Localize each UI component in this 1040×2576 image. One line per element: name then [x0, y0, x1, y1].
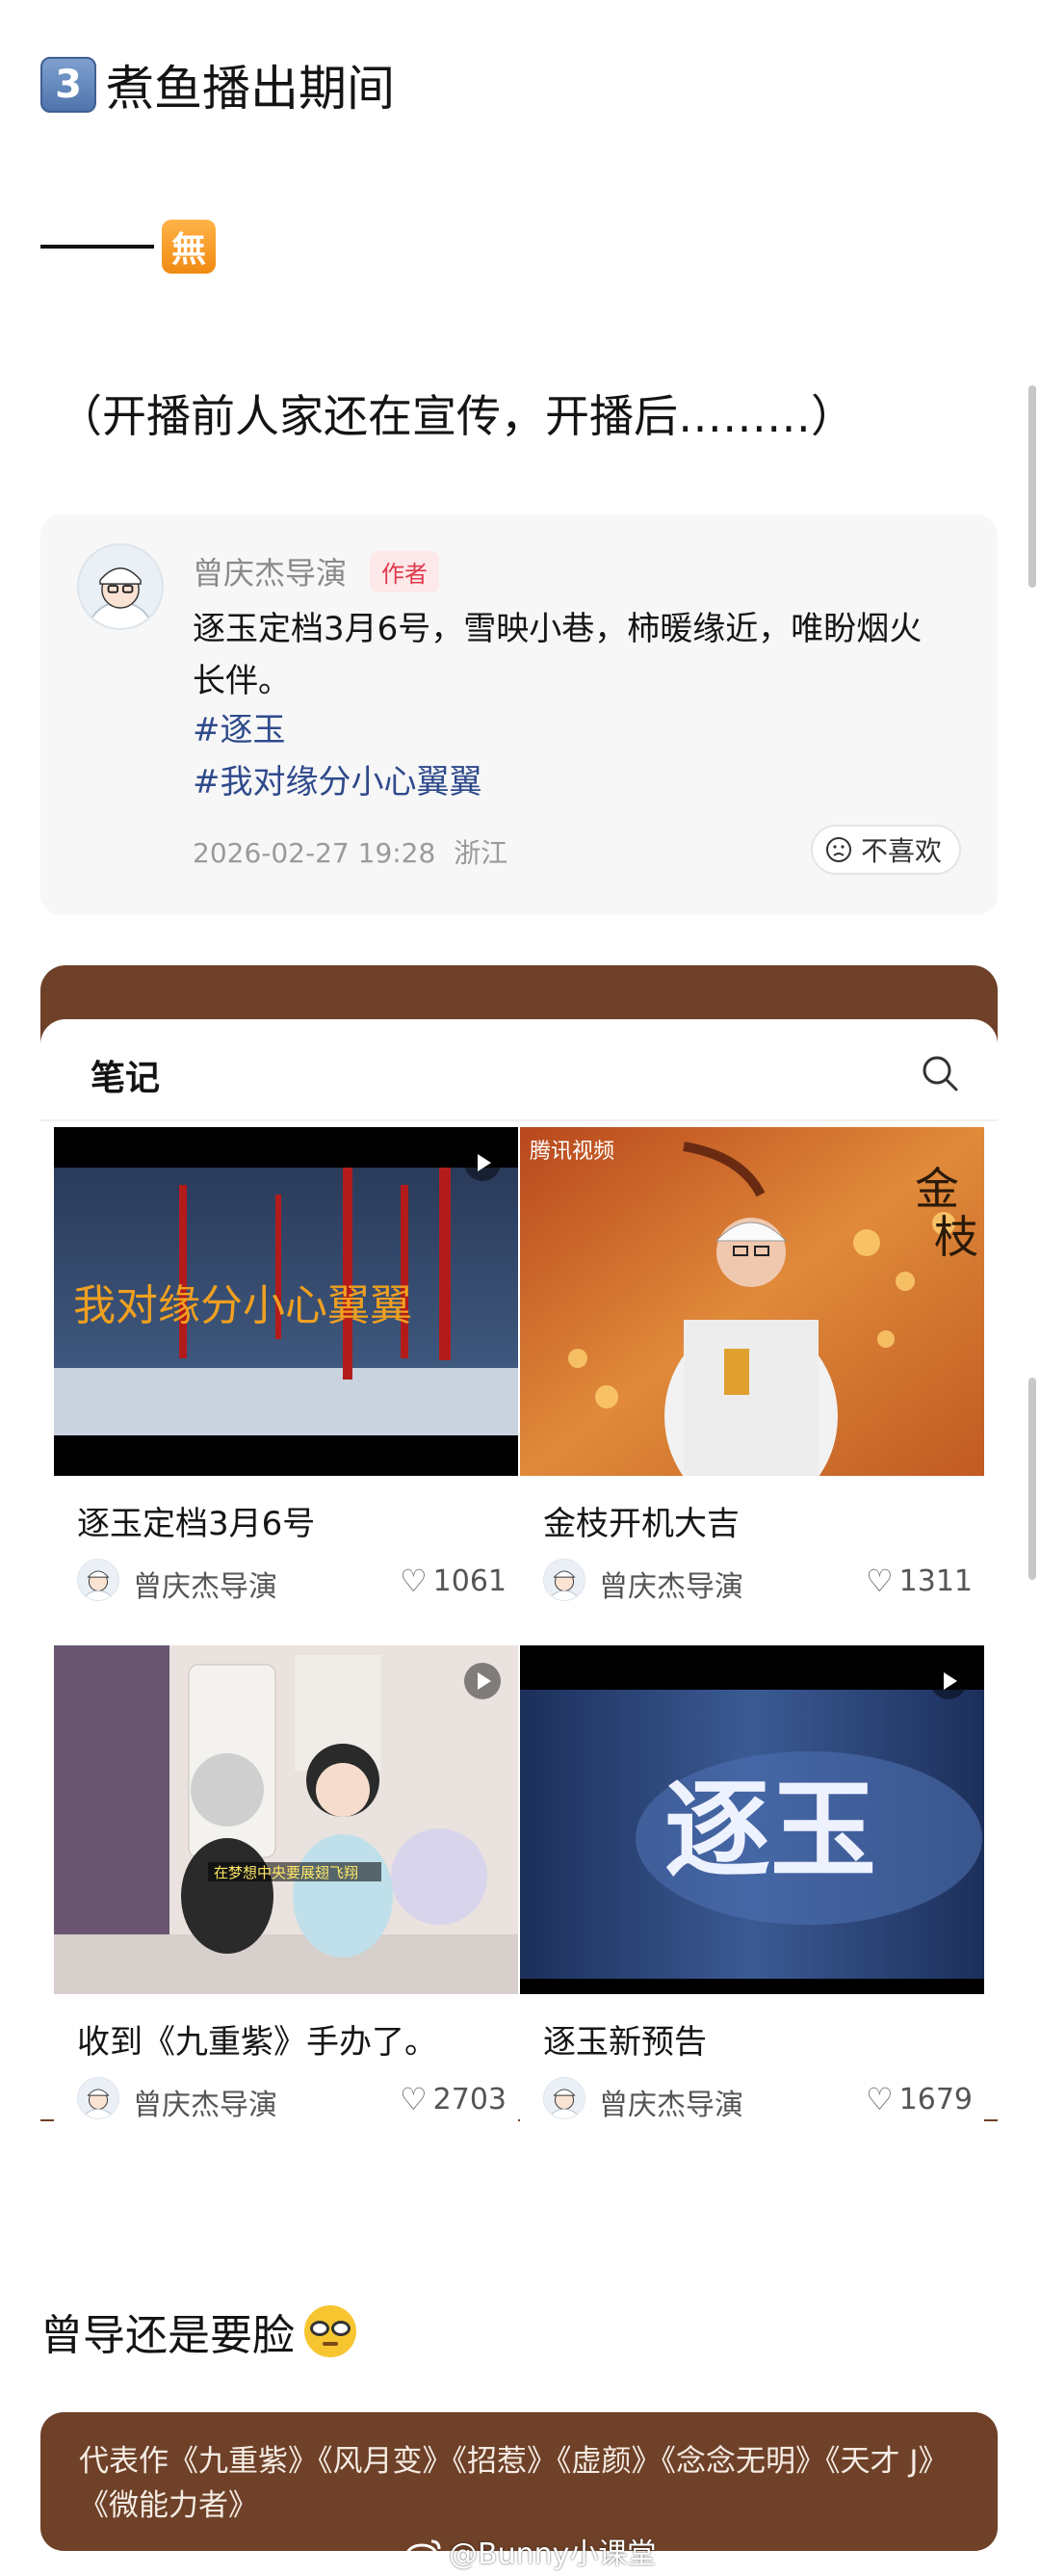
thumb-caption: 逐玉: [664, 1768, 876, 1892]
search-icon[interactable]: [919, 1052, 961, 1094]
heading-title: 煮鱼播出期间: [106, 61, 395, 117]
notes-title: 笔记: [91, 1059, 161, 1098]
em-dash-line: [40, 245, 154, 249]
author-avatar: [77, 2077, 119, 2119]
author-avatar[interactable]: [77, 543, 164, 630]
author-avatar: [77, 1559, 119, 1601]
works-text: 代表作《九重紫》《风月变》《招惹》《虚颜》《念念无明》《天才 J》《微能力者》: [79, 2444, 949, 2523]
heart-icon: ♡: [399, 1563, 428, 1599]
nerd-face-icon: [304, 2305, 356, 2357]
note-footer: 曾庆杰导演 ♡ 1311: [543, 1559, 973, 1604]
heart-icon: ♡: [865, 2081, 894, 2117]
author-tag-badge: 作者: [370, 551, 439, 592]
post-line-1: 逐玉定档3月6号，雪映小巷，柿暖缘近，唯盼烟火: [193, 610, 923, 648]
note-author: 曾庆杰导演: [599, 2089, 743, 2122]
post-datetime: 2026-02-27 19:28: [193, 837, 436, 869]
thumb-caption: 在梦想中央要展翅飞翔: [214, 1864, 358, 1881]
like-count: 1679: [898, 2082, 973, 2116]
hashtag-link[interactable]: #我对缘分小心翼翼: [193, 755, 482, 802]
watermark: @Bunny小课堂: [404, 2530, 656, 2572]
note-thumbnail[interactable]: 腾讯视频 金 枝: [520, 1127, 984, 1476]
note-author: 曾庆杰导演: [133, 2089, 277, 2122]
thumb-caption: 我对缘分小心翼翼: [73, 1281, 412, 1330]
note-card[interactable]: 腾讯视频 金 枝 金枝开机大吉 曾庆杰导演 ♡ 1311: [520, 1127, 984, 1604]
author-name[interactable]: 曾庆杰导演: [193, 549, 347, 593]
post-body: 逐玉定档3月6号，雪映小巷，柿暖缘近，唯盼烟火 长伴。: [193, 603, 963, 707]
video-play-icon: [464, 1663, 501, 1699]
note-author: 曾庆杰导演: [133, 1570, 277, 1604]
scrollbar-thumb[interactable]: [1028, 1378, 1036, 1580]
note-thumbnail[interactable]: 逐玉: [520, 1645, 984, 1994]
video-play-icon: [464, 1144, 501, 1181]
notes-panel: 笔记 我对缘分小心翼翼 逐玉定档3月6号 曾庆杰导演 ♡ 1061 腾讯视频 金…: [40, 1019, 998, 2122]
post-line-2: 长伴。: [193, 662, 291, 700]
note-author: 曾庆杰导演: [599, 1570, 743, 1604]
note-card[interactable]: 我对缘分小心翼翼 逐玉定档3月6号 曾庆杰导演 ♡ 1061: [54, 1127, 518, 1604]
scrollbar-thumb[interactable]: [1028, 385, 1036, 588]
section-heading: 3 煮鱼播出期间: [40, 50, 395, 119]
closing-text-row: 曾导还是要脸: [40, 2300, 356, 2362]
frown-face-icon: [825, 837, 851, 862]
like-button[interactable]: ♡ 2703: [400, 2081, 507, 2117]
note-title: 金枝开机大吉: [543, 1505, 740, 1543]
author-avatar: [543, 1559, 585, 1601]
note-card[interactable]: 逐玉 逐玉新预告 曾庆杰导演 ♡ 1679: [520, 1645, 984, 2122]
note-title: 收到《九重紫》手办了。: [77, 2023, 437, 2062]
paragraph-text: （开播前人家还在宣传，开播后………）: [58, 390, 855, 442]
like-count: 2703: [432, 2082, 507, 2116]
note-title: 逐玉新预告: [543, 2023, 707, 2062]
note-footer: 曾庆杰导演 ♡ 2703: [77, 2077, 507, 2122]
like-button[interactable]: ♡ 1061: [400, 1563, 507, 1599]
dislike-button[interactable]: 不喜欢: [810, 825, 961, 875]
wu-emoji-icon: 無: [162, 220, 216, 274]
weibo-logo-icon: [405, 2539, 441, 2566]
video-play-icon: [930, 1663, 967, 1699]
like-count: 1061: [432, 1564, 507, 1598]
post-card[interactable]: 曾庆杰导演 作者 逐玉定档3月6号，雪映小巷，柿暖缘近，唯盼烟火 长伴。 #逐玉…: [40, 514, 998, 915]
like-button[interactable]: ♡ 1311: [866, 1563, 973, 1599]
note-footer: 曾庆杰导演 ♡ 1061: [77, 1559, 507, 1604]
note-title: 逐玉定档3月6号: [77, 1505, 316, 1543]
hashtag-link[interactable]: #逐玉: [193, 703, 286, 750]
author-avatar: [543, 2077, 585, 2119]
note-card[interactable]: 在梦想中央要展翅飞翔 收到《九重紫》手办了。 曾庆杰导演 ♡ 2703: [54, 1645, 518, 2122]
note-thumbnail[interactable]: 我对缘分小心翼翼: [54, 1127, 518, 1476]
like-count: 1311: [898, 1564, 973, 1598]
post-location: 浙江: [454, 837, 508, 869]
dash-row: 無: [40, 220, 216, 274]
thumb-caption: 腾讯视频: [530, 1140, 614, 1164]
note-footer: 曾庆杰导演 ♡ 1679: [543, 2077, 973, 2122]
svg-text:金: 金: [915, 1163, 959, 1215]
watermark-text: @Bunny小课堂: [449, 2537, 657, 2571]
heart-icon: ♡: [399, 2081, 428, 2117]
svg-text:枝: 枝: [934, 1211, 978, 1263]
post-meta: 2026-02-27 19:28 浙江: [193, 832, 507, 871]
dislike-label: 不喜欢: [860, 835, 942, 867]
keycap-3-icon: 3: [40, 57, 96, 113]
note-thumbnail[interactable]: 在梦想中央要展翅飞翔: [54, 1645, 518, 1994]
divider: [40, 1119, 998, 1121]
closing-text: 曾导还是要脸: [40, 2311, 295, 2360]
heart-icon: ♡: [865, 1563, 894, 1599]
like-button[interactable]: ♡ 1679: [866, 2081, 973, 2117]
